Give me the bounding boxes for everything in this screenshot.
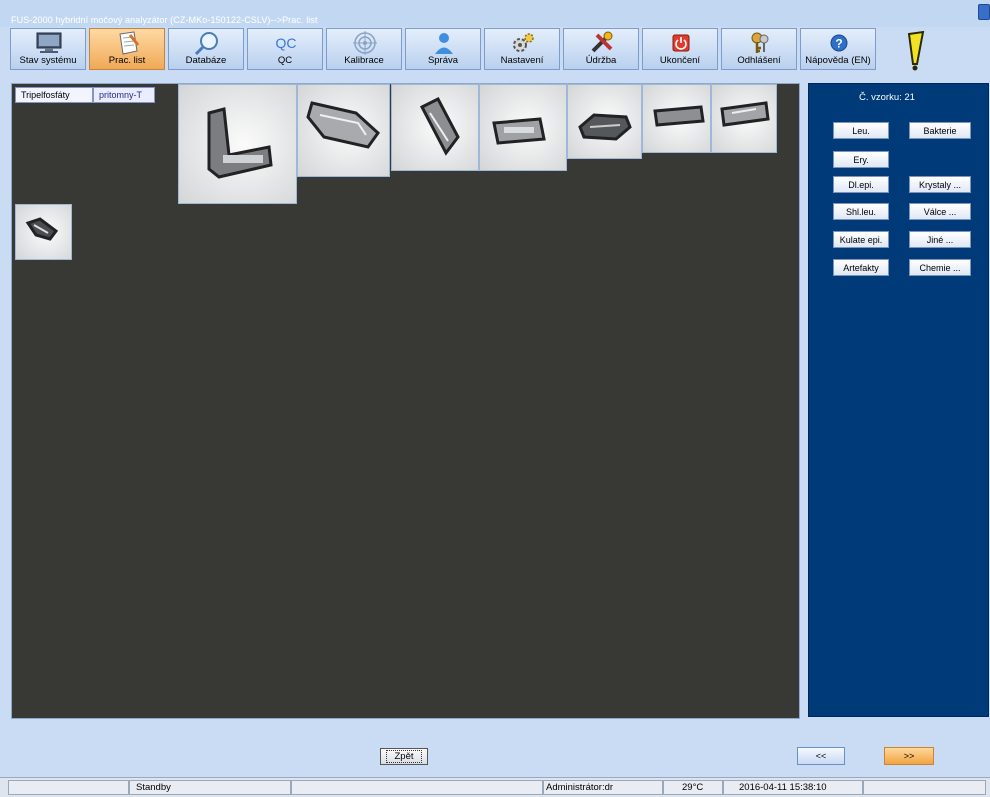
magnifier-icon (192, 31, 222, 55)
title-bar: FUS-2000 hybridní močový analyzátor (CZ-… (0, 0, 990, 27)
other-button[interactable]: Jiné ... (909, 231, 971, 248)
toolbar-button-management[interactable]: Správa (405, 28, 481, 70)
category-tag[interactable]: Tripelfosfáty (15, 87, 93, 103)
toolbar-button-worksheet[interactable]: Prac. list (89, 28, 165, 70)
target-icon (350, 31, 380, 55)
help-icon: ? (824, 31, 854, 55)
toolbar-label: Odhlášení (737, 55, 781, 66)
toolbar-label: Databáze (185, 55, 227, 66)
toolbar-label: Prac. list (108, 55, 146, 66)
crystal-image-6[interactable] (642, 84, 711, 153)
ery-button[interactable]: Ery. (833, 151, 889, 168)
shl-leu-button[interactable]: Shl.leu. (833, 203, 889, 220)
toolbar-label: Stav systému (19, 55, 77, 66)
classification-panel: Č. vzorku: 21 Leu. Bakterie Ery. Dl.epi.… (808, 83, 989, 717)
keys-icon (745, 31, 775, 55)
toolbar-button-qc[interactable]: QC QC (247, 28, 323, 70)
crystal-image-8[interactable] (15, 204, 72, 260)
toolbar-label: Nápověda (EN) (805, 55, 871, 66)
chemistry-button[interactable]: Chemie ... (909, 259, 971, 276)
power-icon (666, 31, 696, 55)
toolbar-button-shutdown[interactable]: Ukončení (642, 28, 718, 70)
main-toolbar: Stav systému Prac. list Databáze QC QC K… (10, 28, 890, 72)
crystal-image-3[interactable] (391, 84, 479, 171)
user-icon (429, 31, 459, 55)
help-glyph: ? (835, 37, 842, 51)
back-button-label: Zpět (386, 750, 422, 763)
crystals-button[interactable]: Krystaly ... (909, 176, 971, 193)
toolbar-button-help[interactable]: ? Nápověda (EN) (800, 28, 876, 70)
leu-button[interactable]: Leu. (833, 122, 889, 139)
toolbar-button-settings[interactable]: Nastavení (484, 28, 560, 70)
crystal-image-2[interactable] (297, 84, 390, 177)
next-button[interactable]: >> (884, 747, 934, 765)
gears-icon (508, 31, 538, 55)
status-segment-tail (863, 780, 986, 795)
status-state: Standby (129, 780, 291, 795)
toolbar-label: QC (277, 55, 293, 66)
toolbar-label: Ukončení (659, 55, 701, 66)
toolbar-button-system-status[interactable]: Stav systému (10, 28, 86, 70)
status-segment-empty (8, 780, 129, 795)
toolbar-button-maintenance[interactable]: Údržba (563, 28, 639, 70)
toolbar-label: Údržba (585, 55, 617, 66)
status-user: Administrátor:dr (543, 780, 663, 795)
status-bar: Standby Administrátor:dr 29°C 2016-04-11… (0, 777, 990, 797)
image-workspace: Tripelfosfáty pritomny-T (11, 83, 800, 719)
window-icon[interactable] (978, 4, 990, 20)
window-title: FUS-2000 hybridní močový analyzátor (CZ-… (11, 15, 318, 25)
toolbar-button-logout[interactable]: Odhlášení (721, 28, 797, 70)
round-epi-button[interactable]: Kulate epi. (833, 231, 889, 248)
toolbar-button-calibration[interactable]: Kalibrace (326, 28, 402, 70)
worksheet-icon (113, 31, 143, 55)
status-tag[interactable]: pritomny-T (93, 87, 155, 103)
dl-epi-button[interactable]: Dl.epi. (833, 176, 889, 193)
exclamation-icon[interactable] (903, 30, 927, 72)
qc-icon: QC (271, 31, 301, 55)
status-segment-blank (291, 780, 543, 795)
qc-glyph: QC (275, 35, 297, 51)
crystal-image-4[interactable] (479, 84, 567, 171)
monitor-icon (34, 31, 64, 55)
toolbar-label: Správa (427, 55, 459, 66)
sample-number: Č. vzorku: 21 (859, 92, 915, 103)
artifacts-button[interactable]: Artefakty (833, 259, 889, 276)
toolbar-label: Kalibrace (344, 55, 384, 66)
crystal-image-7[interactable] (711, 84, 777, 153)
toolbar-button-database[interactable]: Databáze (168, 28, 244, 70)
previous-button[interactable]: << (797, 747, 845, 765)
crystal-image-5[interactable] (567, 84, 642, 159)
crystal-image-1[interactable] (178, 84, 297, 204)
status-datetime: 2016-04-11 15:38:10 (723, 780, 863, 795)
status-temperature: 29°C (663, 780, 723, 795)
back-button[interactable]: Zpět (380, 748, 428, 765)
toolbar-label: Nastavení (500, 55, 544, 66)
casts-button[interactable]: Válce ... (909, 203, 971, 220)
tools-icon (587, 31, 617, 55)
bacteria-button[interactable]: Bakterie (909, 122, 971, 139)
